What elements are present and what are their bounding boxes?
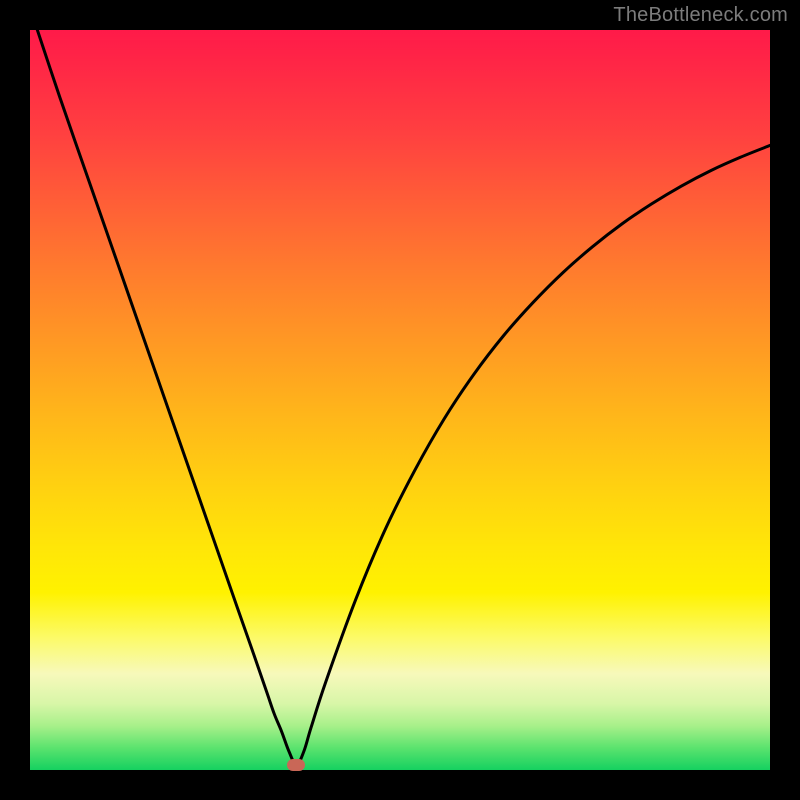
chart-plot-area [30, 30, 770, 770]
bottleneck-curve [30, 30, 770, 770]
minimum-marker [287, 759, 305, 771]
chart-frame: TheBottleneck.com [0, 0, 800, 800]
watermark-text: TheBottleneck.com [613, 4, 788, 27]
